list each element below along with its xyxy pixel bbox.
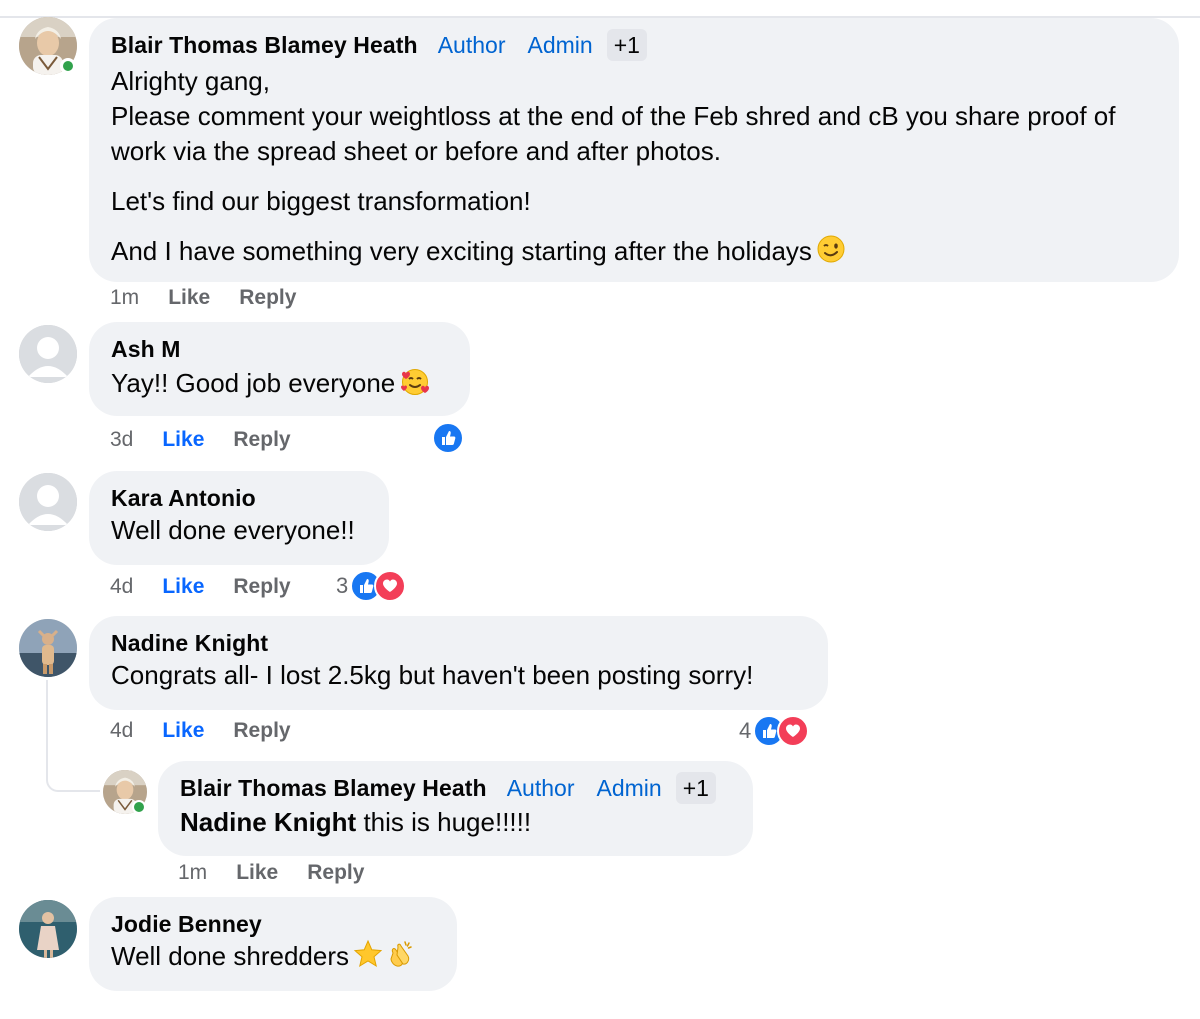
reply-text-content: this is huge!!!!! [356,807,532,837]
comment-bubble: Nadine Knight Congrats all- I lost 2.5kg… [89,616,828,710]
reactions-summary[interactable]: 3 [336,570,407,602]
comment-text: Alrighty gang, Please comment your weigh… [111,64,1157,273]
avatar[interactable] [19,900,77,958]
reply-timestamp[interactable]: 1m [178,861,207,885]
comment-paragraph: Let's find our biggest transformation! [111,186,531,216]
love-reaction-icon [777,715,810,747]
like-button[interactable]: Like [162,428,204,452]
comment-text: Well done shredders [111,939,435,978]
smiling-face-with-hearts-emoji [399,366,431,405]
mention-link[interactable]: Nadine Knight [180,807,356,837]
comment-bubble: Ash M Yay!! Good job everyone [89,322,470,416]
comment-timestamp[interactable]: 3d [110,428,133,452]
winking-face-icon [817,235,845,263]
reply-button[interactable]: Reply [239,286,296,310]
comment-timestamp[interactable]: 1m [110,286,139,310]
more-badges-button[interactable]: +1 [606,29,647,61]
author-role-badge: Author [506,774,575,801]
comment-text: Yay!! Good job everyone [111,366,448,405]
clapping-hands-emoji [385,939,415,978]
reply-button[interactable]: Reply [233,719,290,743]
comment-actions: 4d Like Reply [110,719,291,743]
comment-text-content: Yay!! Good job everyone [111,368,396,398]
reactions-summary[interactable] [432,422,464,454]
comment-timestamp[interactable]: 4d [110,719,133,743]
avatar[interactable] [19,619,77,677]
clapping-hands-icon [390,941,412,967]
default-avatar-icon [19,325,77,383]
comment-actions: 4d Like Reply [110,575,291,599]
comment-actions: 3d Like Reply [110,428,291,452]
comment-bubble: Blair Thomas Blamey Heath Author Admin +… [89,18,1179,282]
love-reaction-icon [374,570,407,602]
like-button[interactable]: Like [162,719,204,743]
like-button[interactable]: Like [168,286,210,310]
comment-author-name[interactable]: Blair Thomas Blamey Heath [111,32,418,59]
reply-thread-connector [46,680,100,792]
like-reaction-icon [432,422,464,454]
avatar[interactable] [19,325,77,383]
reply-button[interactable]: Reply [233,428,290,452]
comment-timestamp[interactable]: 4d [110,575,133,599]
comment-text-content: Well done shredders [111,941,349,971]
comment-paragraph: And I have something very exciting start… [111,234,1157,273]
comment-text: Congrats all- I lost 2.5kg but haven't b… [111,660,754,690]
avatar[interactable] [19,473,77,531]
winking-face-emoji [816,234,846,273]
comment-author-name[interactable]: Jodie Benney [111,911,262,938]
star-emoji [353,939,383,978]
reactions-summary[interactable]: 4 [739,715,810,747]
comment-paragraph: Alrighty gang, Please comment your weigh… [111,66,1116,166]
reply-bubble: Blair Thomas Blamey Heath Author Admin +… [158,761,753,856]
comment-bubble: Kara Antonio Well done everyone!! [89,471,389,565]
reply-text: Nadine Knight this is huge!!!!! [180,805,731,840]
reaction-count: 4 [739,718,752,743]
reply-button[interactable]: Reply [233,575,290,599]
reply-author-name[interactable]: Blair Thomas Blamey Heath [180,775,487,802]
admin-role-badge: Admin [527,31,593,58]
avatar-photo [19,619,77,677]
avatar-photo [19,900,77,958]
comment-paragraph-text: And I have something very exciting start… [111,236,812,266]
comment-bubble: Jodie Benney Well done shredders [89,897,457,991]
comment-author-name[interactable]: Kara Antonio [111,485,256,512]
online-status-indicator [60,58,76,74]
reaction-count: 3 [336,573,349,598]
comment-author-name[interactable]: Ash M [111,336,181,363]
reply-button[interactable]: Reply [307,861,364,885]
author-role-badge: Author [437,31,506,58]
comment-author-name[interactable]: Nadine Knight [111,630,268,657]
more-badges-button[interactable]: +1 [675,772,716,804]
like-button[interactable]: Like [236,861,278,885]
like-button[interactable]: Like [162,575,204,599]
comment-text: Well done everyone!! [111,515,355,545]
reply-actions: 1m Like Reply [178,861,364,885]
online-status-indicator [132,800,146,814]
admin-role-badge: Admin [596,774,662,801]
default-avatar-icon [19,473,77,531]
smiling-face-with-hearts-icon [401,369,430,395]
comment-actions: 1m Like Reply [110,286,296,310]
star-icon [353,939,383,968]
